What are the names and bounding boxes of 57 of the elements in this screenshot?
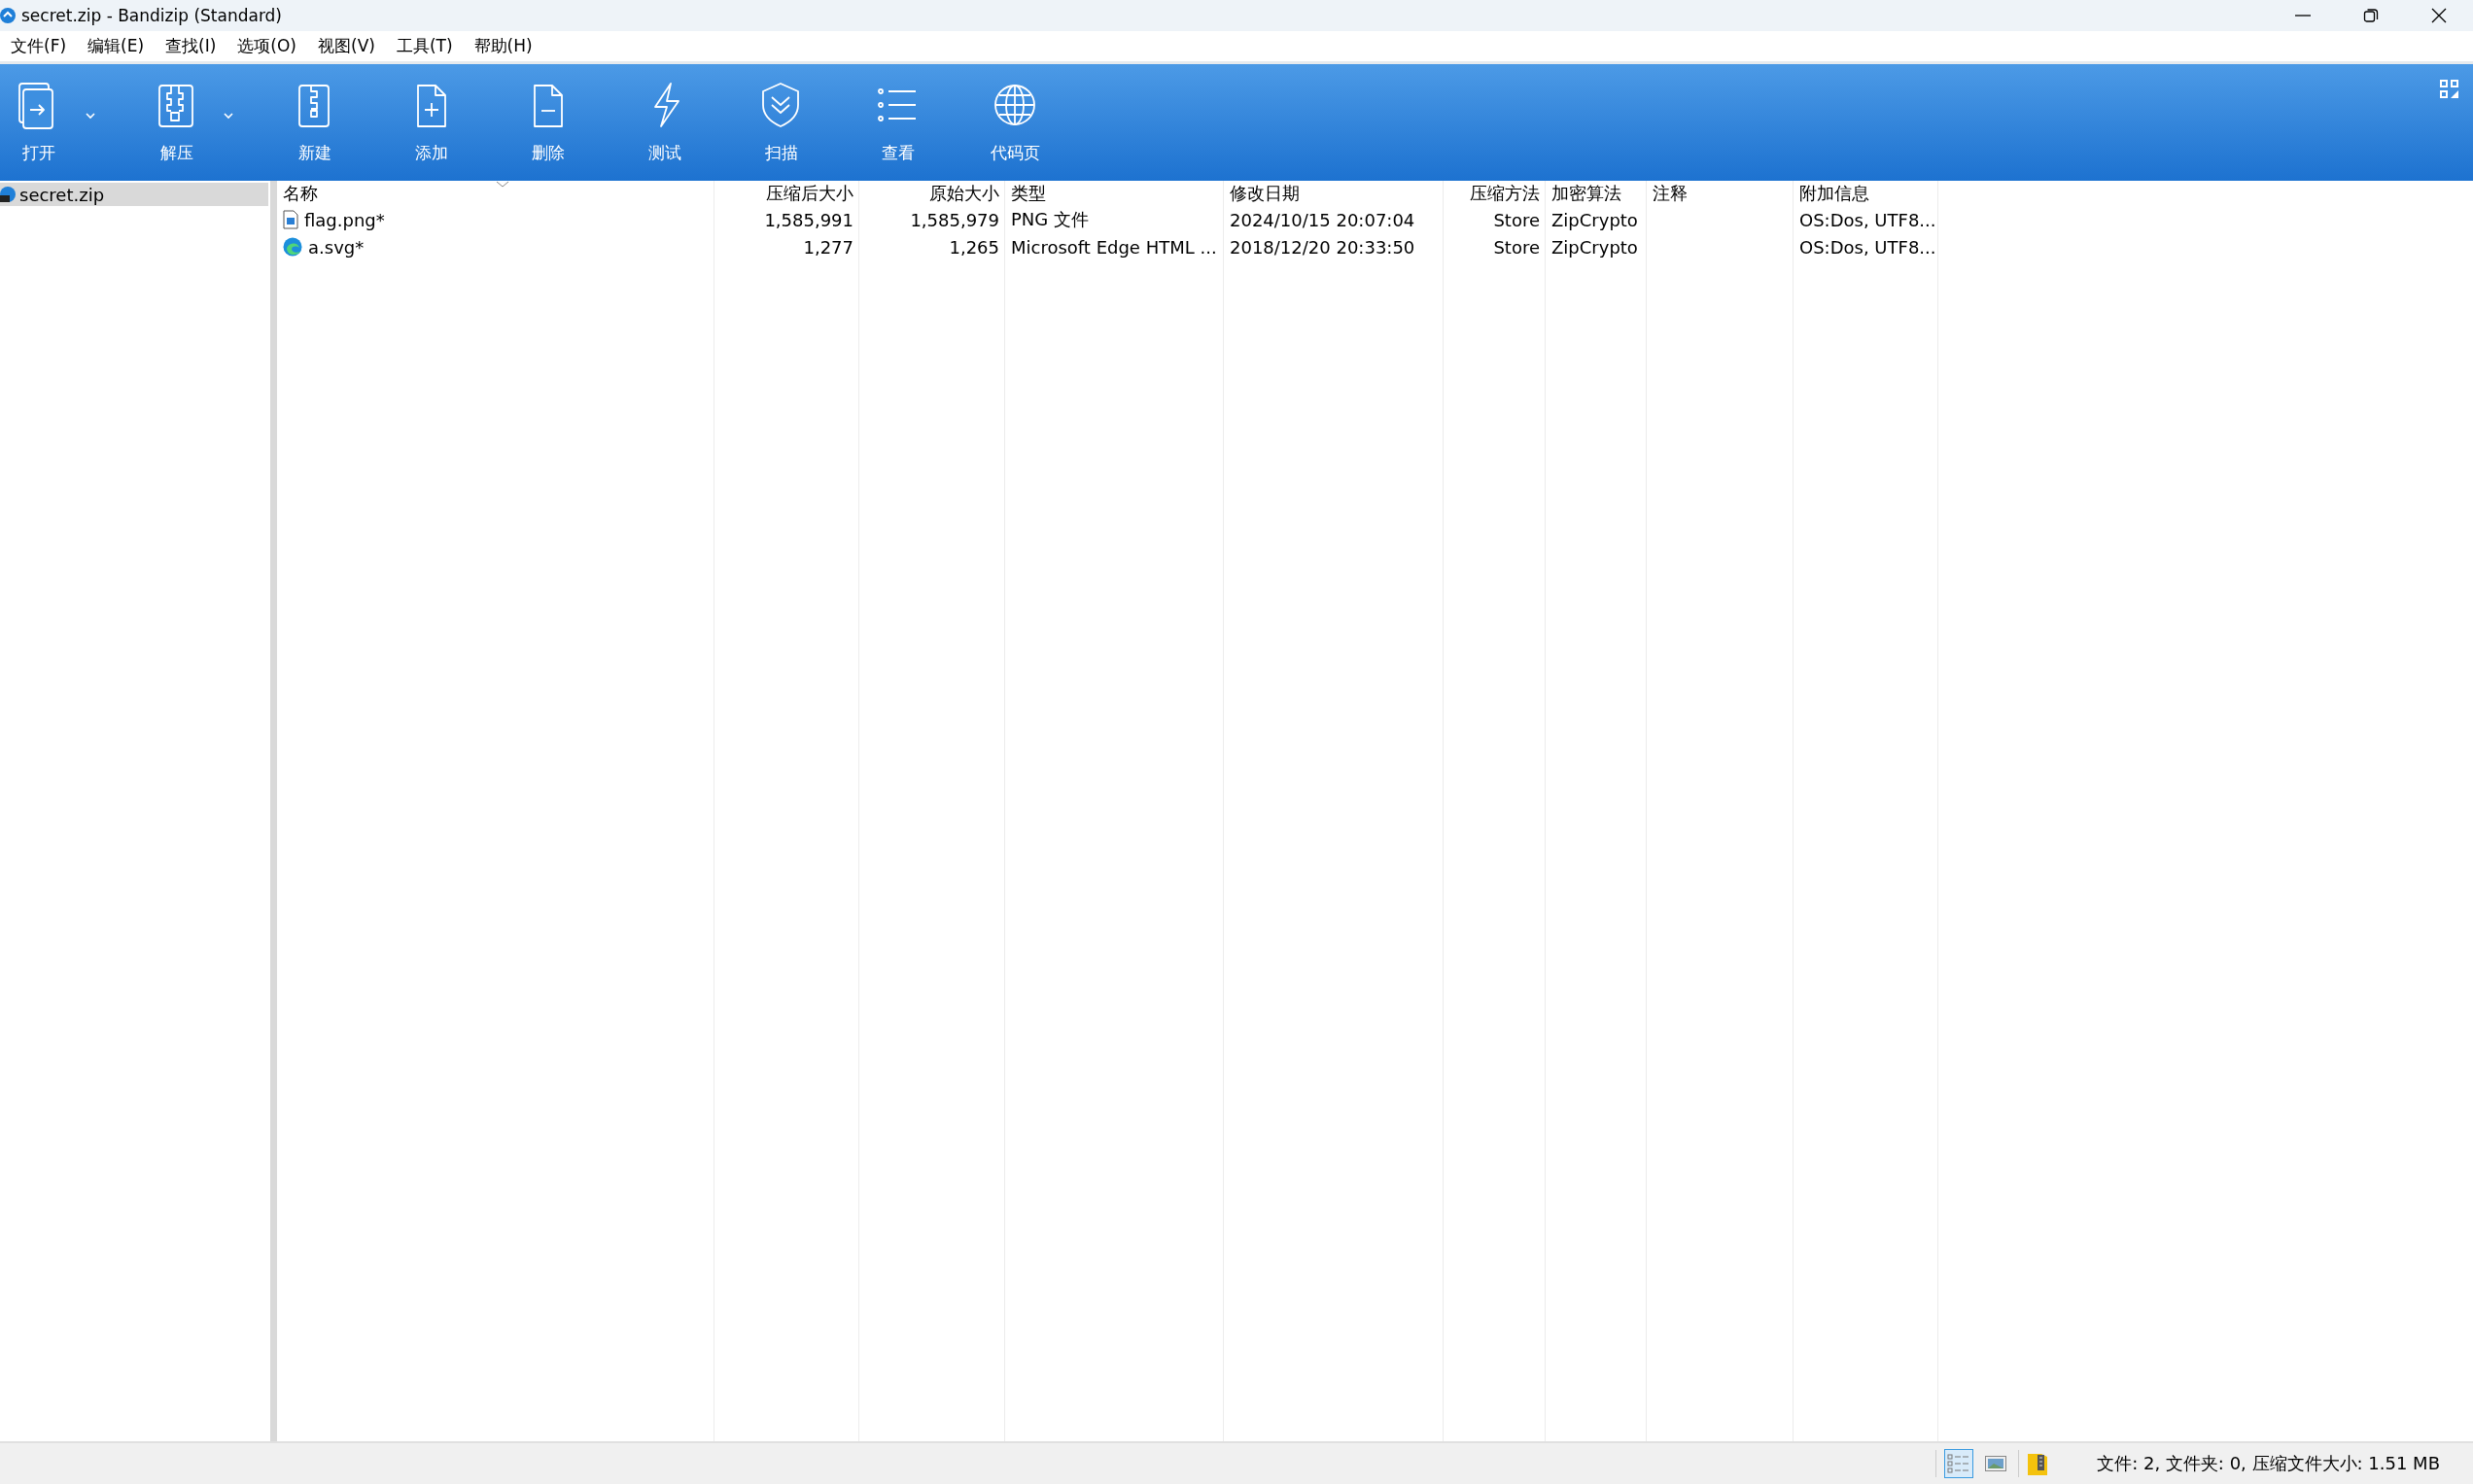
scan-button[interactable]: 扫描	[745, 64, 819, 171]
archive-icon	[0, 186, 16, 203]
column-header[interactable]: 修改日期	[1224, 181, 1444, 206]
table-cell: Store	[1493, 209, 1540, 230]
table-cell: OS:Dos, UTF8...	[1799, 209, 1936, 230]
column-header[interactable]: 名称	[277, 181, 714, 206]
file-name[interactable]: a.svg*	[308, 236, 365, 258]
view-button[interactable]: 查看	[861, 64, 935, 171]
menu-item[interactable]: 查找(I)	[155, 35, 227, 57]
file-name[interactable]: flag.png*	[304, 209, 385, 230]
swirl-logo-icon	[283, 237, 302, 257]
column-header[interactable]: 原始大小	[859, 181, 1005, 206]
table-cell: 2024/10/15 20:07:04	[1230, 209, 1415, 230]
test-button[interactable]: 测试	[628, 64, 702, 171]
column-header[interactable]: 注释	[1647, 181, 1794, 206]
table-cell: 1,277	[803, 236, 853, 258]
archive-folder-icon[interactable]	[2027, 1451, 2049, 1476]
menu-item[interactable]: 帮助(H)	[463, 35, 543, 57]
table-cell: Microsoft Edge HTML ...	[1011, 236, 1217, 258]
extract-button[interactable]: 解压	[140, 64, 214, 171]
status-text: 文件: 2, 文件夹: 0, 压缩文件大小: 1.51 MB	[2097, 1452, 2440, 1475]
column-header[interactable]: 压缩后大小	[714, 181, 859, 206]
column-header[interactable]: 加密算法	[1546, 181, 1647, 206]
table-cell: 1,585,979	[910, 209, 999, 230]
add-button[interactable]: 添加	[395, 64, 469, 171]
table-cell: Store	[1493, 236, 1540, 258]
table-cell: ZipCrypto	[1551, 209, 1638, 230]
table-cell: 1,585,991	[764, 209, 853, 230]
menu-item[interactable]: 选项(O)	[226, 35, 307, 57]
table-cell: PNG 文件	[1011, 208, 1089, 231]
dropdown-caret-icon[interactable]	[222, 111, 235, 121]
codepage-button[interactable]: 代码页	[978, 64, 1052, 171]
tree-item[interactable]: secret.zip	[0, 183, 268, 206]
table-cell: ZipCrypto	[1551, 236, 1638, 258]
table-cell: 2018/12/20 20:33:50	[1230, 236, 1415, 258]
dropdown-caret-icon[interactable]	[84, 111, 97, 121]
menu-item[interactable]: 文件(F)	[0, 35, 78, 57]
table-cell: OS:Dos, UTF8...	[1799, 236, 1936, 258]
menu-item[interactable]: 工具(T)	[385, 35, 464, 57]
menu-item[interactable]: 编辑(E)	[77, 35, 156, 57]
close-icon	[2431, 8, 2447, 23]
column-header[interactable]: 附加信息	[1794, 181, 1938, 206]
column-header[interactable]: 类型	[1005, 181, 1224, 206]
window-title: secret.zip - Bandizip (Standard)	[21, 6, 283, 25]
restore-icon	[2363, 8, 2379, 23]
menu-item[interactable]: 视图(V)	[307, 35, 386, 57]
layout-grid-icon[interactable]	[2440, 80, 2459, 99]
sort-caret-icon	[496, 181, 509, 189]
image-file-icon	[283, 210, 298, 229]
minimize-icon	[2295, 15, 2311, 17]
new-button[interactable]: 新建	[278, 64, 352, 171]
open-button[interactable]: 打开	[2, 64, 76, 171]
details-view-button[interactable]	[1944, 1449, 1974, 1478]
delete-button[interactable]: 删除	[511, 64, 585, 171]
column-header[interactable]: 压缩方法	[1444, 181, 1546, 206]
app-logo-icon	[0, 8, 16, 23]
table-cell: 1,265	[949, 236, 999, 258]
